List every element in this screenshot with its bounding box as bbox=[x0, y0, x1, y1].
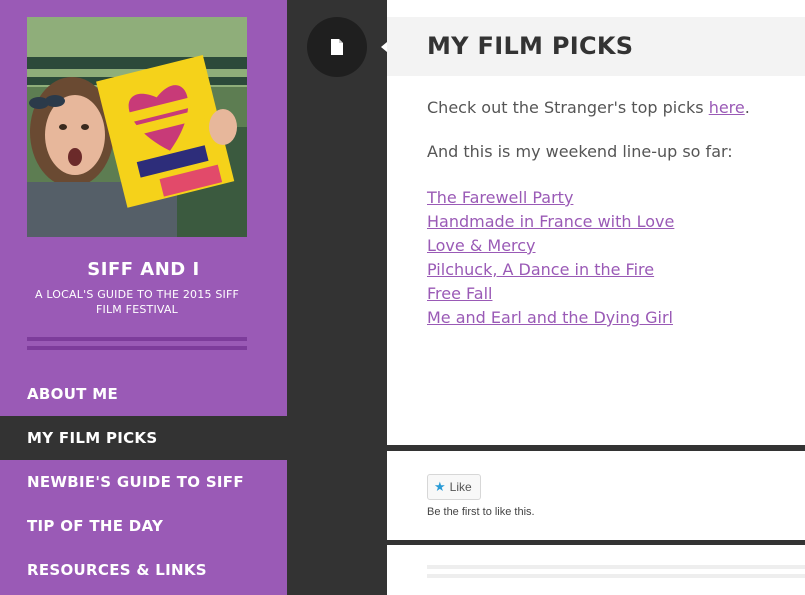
like-widget: ★ Like Be the first to like this. bbox=[387, 451, 805, 540]
lineup-paragraph: And this is my weekend line-up so far: bbox=[427, 142, 733, 161]
list-item: Pilchuck, A Dance in the Fire bbox=[427, 258, 674, 282]
list-item: The Farewell Party bbox=[427, 186, 674, 210]
section-rule-bottom bbox=[427, 574, 805, 578]
like-button[interactable]: ★ Like bbox=[427, 474, 481, 500]
nav-item-tip-of-the-day[interactable]: TIP OF THE DAY bbox=[0, 504, 287, 548]
main-navigation: ABOUT ME MY FILM PICKS NEWBIE'S GUIDE TO… bbox=[0, 372, 287, 592]
film-link[interactable]: Love & Mercy bbox=[427, 236, 536, 255]
film-link[interactable]: Free Fall bbox=[427, 284, 492, 303]
film-link[interactable]: Handmade in France with Love bbox=[427, 212, 674, 231]
sidebar-divider-bottom bbox=[27, 346, 247, 350]
star-icon: ★ bbox=[434, 479, 446, 494]
list-item: Me and Earl and the Dying Girl bbox=[427, 306, 674, 330]
post-format-badge bbox=[307, 17, 367, 77]
list-item: Free Fall bbox=[427, 282, 674, 306]
post-content: MY FILM PICKS Check out the Stranger's t… bbox=[387, 0, 805, 445]
next-section bbox=[387, 545, 805, 595]
like-note: Be the first to like this. bbox=[427, 506, 535, 518]
film-list: The Farewell Party Handmade in France wi… bbox=[427, 186, 674, 330]
film-link[interactable]: The Farewell Party bbox=[427, 188, 573, 207]
section-rule-top bbox=[427, 565, 805, 569]
sidebar-divider-top bbox=[27, 337, 247, 341]
list-item: Love & Mercy bbox=[427, 234, 674, 258]
nav-item-resources-links[interactable]: RESOURCES & LINKS bbox=[0, 548, 287, 592]
page-title: MY FILM PICKS bbox=[427, 32, 634, 60]
intro-suffix: . bbox=[744, 98, 750, 117]
sidebar: SIFF AND I A LOCAL'S GUIDE TO THE 2015 S… bbox=[0, 0, 287, 595]
nav-item-about-me[interactable]: ABOUT ME bbox=[0, 372, 287, 416]
festival-guide-photo bbox=[27, 17, 247, 237]
intro-paragraph: Check out the Stranger's top picks here. bbox=[427, 98, 750, 117]
document-icon bbox=[331, 39, 343, 55]
list-item: Handmade in France with Love bbox=[427, 210, 674, 234]
nav-item-my-film-picks[interactable]: MY FILM PICKS bbox=[0, 416, 287, 460]
site-description: A LOCAL'S GUIDE TO THE 2015 SIFF FILM FE… bbox=[34, 288, 240, 316]
film-link[interactable]: Me and Earl and the Dying Girl bbox=[427, 308, 673, 327]
film-link[interactable]: Pilchuck, A Dance in the Fire bbox=[427, 260, 654, 279]
header-photo[interactable] bbox=[27, 17, 247, 237]
intro-text: Check out the Stranger's top picks bbox=[427, 98, 709, 117]
post-header: MY FILM PICKS bbox=[387, 17, 805, 76]
nav-item-newbies-guide[interactable]: NEWBIE'S GUIDE TO SIFF bbox=[0, 460, 287, 504]
stranger-picks-link[interactable]: here bbox=[709, 98, 745, 117]
site-title[interactable]: SIFF AND I bbox=[0, 259, 287, 280]
like-button-label: Like bbox=[449, 480, 472, 494]
